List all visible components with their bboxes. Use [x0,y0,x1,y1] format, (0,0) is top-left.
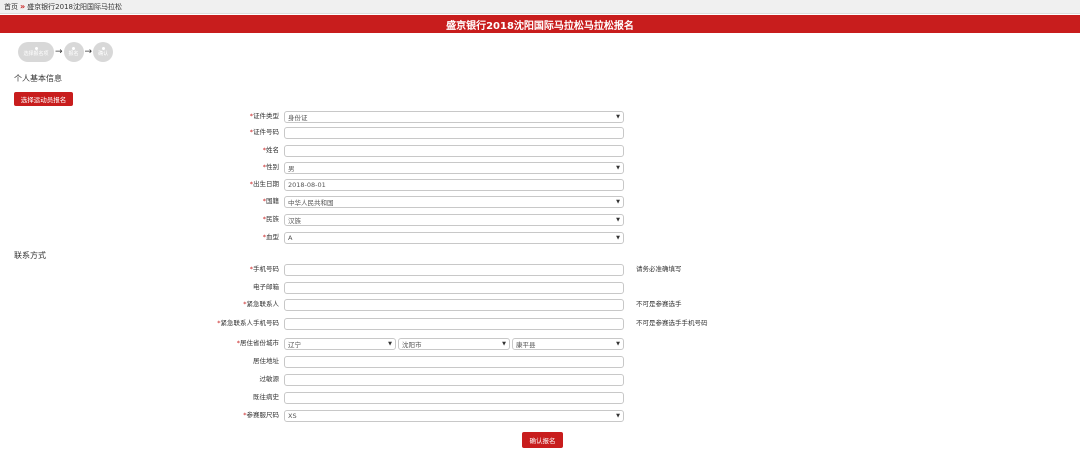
province-select[interactable]: 辽宁 ▼ [284,338,396,350]
step-dot-icon [72,47,76,50]
row-emergency-phone: *紧急联系人手机号码 不可是参赛选手手机号码 [0,317,1080,331]
gender-select[interactable]: 男 ▼ [284,162,624,174]
emergency-contact-hint: 不可是参赛选手 [636,300,682,308]
mobile-hint: 请务必准确填写 [636,265,682,273]
address-label: 居住地址 [253,357,279,365]
emergency-phone-input[interactable] [284,318,624,330]
mobile-label: *手机号码 [249,265,279,273]
ethnicity-label: *民族 [262,215,279,223]
emergency-phone-label: *紧急联系人手机号码 [217,319,279,327]
id-type-select[interactable]: 身份证 ▼ [284,111,624,123]
residence-city-label: *居住省份城市 [236,339,279,347]
row-nationality: *国籍 中华人民共和国 ▼ [0,195,1080,209]
step-label: 选择报名项 [23,51,49,57]
chevron-down-icon: ▼ [502,341,506,347]
breadcrumb-home-link[interactable]: 首页 [4,2,18,12]
nationality-label: *国籍 [262,197,279,205]
chevron-down-icon: ▼ [616,114,620,120]
step-indicator: 选择报名项 → 报名 → 确认 [18,41,114,63]
chevron-down-icon: ▼ [616,217,620,223]
chevron-down-icon: ▼ [616,413,620,419]
city-select[interactable]: 沈阳市 ▼ [398,338,510,350]
row-birth-date: *出生日期 2018-08-01 [0,178,1080,192]
confirm-registration-button[interactable]: 确认报名 [522,432,563,448]
section-title-contact: 联系方式 [14,251,46,260]
row-name: *姓名 [0,144,1080,158]
allergy-input[interactable] [284,374,624,386]
birth-date-input[interactable]: 2018-08-01 [284,179,624,191]
row-gender: *性别 男 ▼ [0,161,1080,175]
id-number-label: *证件号码 [249,128,279,136]
section-title-personal: 个人基本信息 [14,74,62,83]
district-select[interactable]: 康平县 ▼ [512,338,624,350]
row-address: 居住地址 [0,355,1080,369]
step-dot-icon [34,47,38,50]
breadcrumb: 首页 » 盛京银行2018沈阳国际马拉松 [0,0,1080,14]
name-input[interactable] [284,145,624,157]
step-label: 报名 [68,51,79,57]
residence-region-selects: 辽宁 ▼ 沈阳市 ▼ 康平县 ▼ [284,338,624,350]
chevron-down-icon: ▼ [616,165,620,171]
row-medical-history: 既往病史 [0,391,1080,405]
step-arrow-icon: → [55,47,63,57]
row-emergency-contact: *紧急联系人 不可是参赛选手 [0,298,1080,312]
email-label: 电子邮箱 [253,283,279,291]
allergy-label: 过敏源 [259,375,280,383]
address-input[interactable] [284,356,624,368]
id-type-label: *证件类型 [249,112,279,120]
mobile-input[interactable] [284,264,624,276]
step-select-item: 选择报名项 [18,42,54,62]
page-title-banner: 盛京银行2018沈阳国际马拉松马拉松报名 [0,15,1080,33]
step-arrow-icon: → [84,47,93,57]
chevron-down-icon: ▼ [616,235,620,241]
row-email: 电子邮箱 [0,281,1080,295]
gender-label: *性别 [262,163,279,171]
shirt-size-label: *参赛服尺码 [243,411,279,419]
blood-type-select[interactable]: A ▼ [284,232,624,244]
step-label: 确认 [98,51,109,57]
emergency-phone-hint: 不可是参赛选手手机号码 [636,319,708,327]
birth-date-label: *出生日期 [249,180,279,188]
row-mobile: *手机号码 请务必准确填写 [0,263,1080,277]
row-shirt-size: *参赛服尺码 XS ▼ [0,409,1080,423]
blood-type-label: *血型 [262,233,279,241]
chevron-down-icon: ▼ [616,341,620,347]
medical-history-input[interactable] [284,392,624,404]
page-title: 盛京银行2018沈阳国际马拉松马拉松报名 [446,20,634,32]
step-confirm: 确认 [93,42,114,62]
name-label: *姓名 [262,146,279,154]
ethnicity-select[interactable]: 汉族 ▼ [284,214,624,226]
step-dot-icon [101,47,105,50]
email-input[interactable] [284,282,624,294]
emergency-contact-input[interactable] [284,299,624,311]
row-residence-city: *居住省份城市 辽宁 ▼ 沈阳市 ▼ 康平县 ▼ [0,337,1080,351]
nationality-select[interactable]: 中华人民共和国 ▼ [284,196,624,208]
choose-athlete-button[interactable]: 选择运动员报名 [14,92,73,106]
row-id-number: *证件号码 [0,126,1080,140]
chevron-down-icon: ▼ [616,199,620,205]
row-blood-type: *血型 A ▼ [0,231,1080,245]
row-allergy: 过敏源 [0,373,1080,387]
row-id-type: *证件类型 身份证 ▼ [0,110,1080,124]
chevron-down-icon: ▼ [388,341,392,347]
shirt-size-select[interactable]: XS ▼ [284,410,624,422]
emergency-contact-label: *紧急联系人 [243,300,279,308]
breadcrumb-current: 盛京银行2018沈阳国际马拉松 [27,2,122,11]
id-number-input[interactable] [284,127,624,139]
medical-history-label: 既往病史 [253,393,279,401]
step-register: 报名 [63,42,84,62]
row-ethnicity: *民族 汉族 ▼ [0,213,1080,227]
breadcrumb-separator-icon: » [20,2,26,11]
